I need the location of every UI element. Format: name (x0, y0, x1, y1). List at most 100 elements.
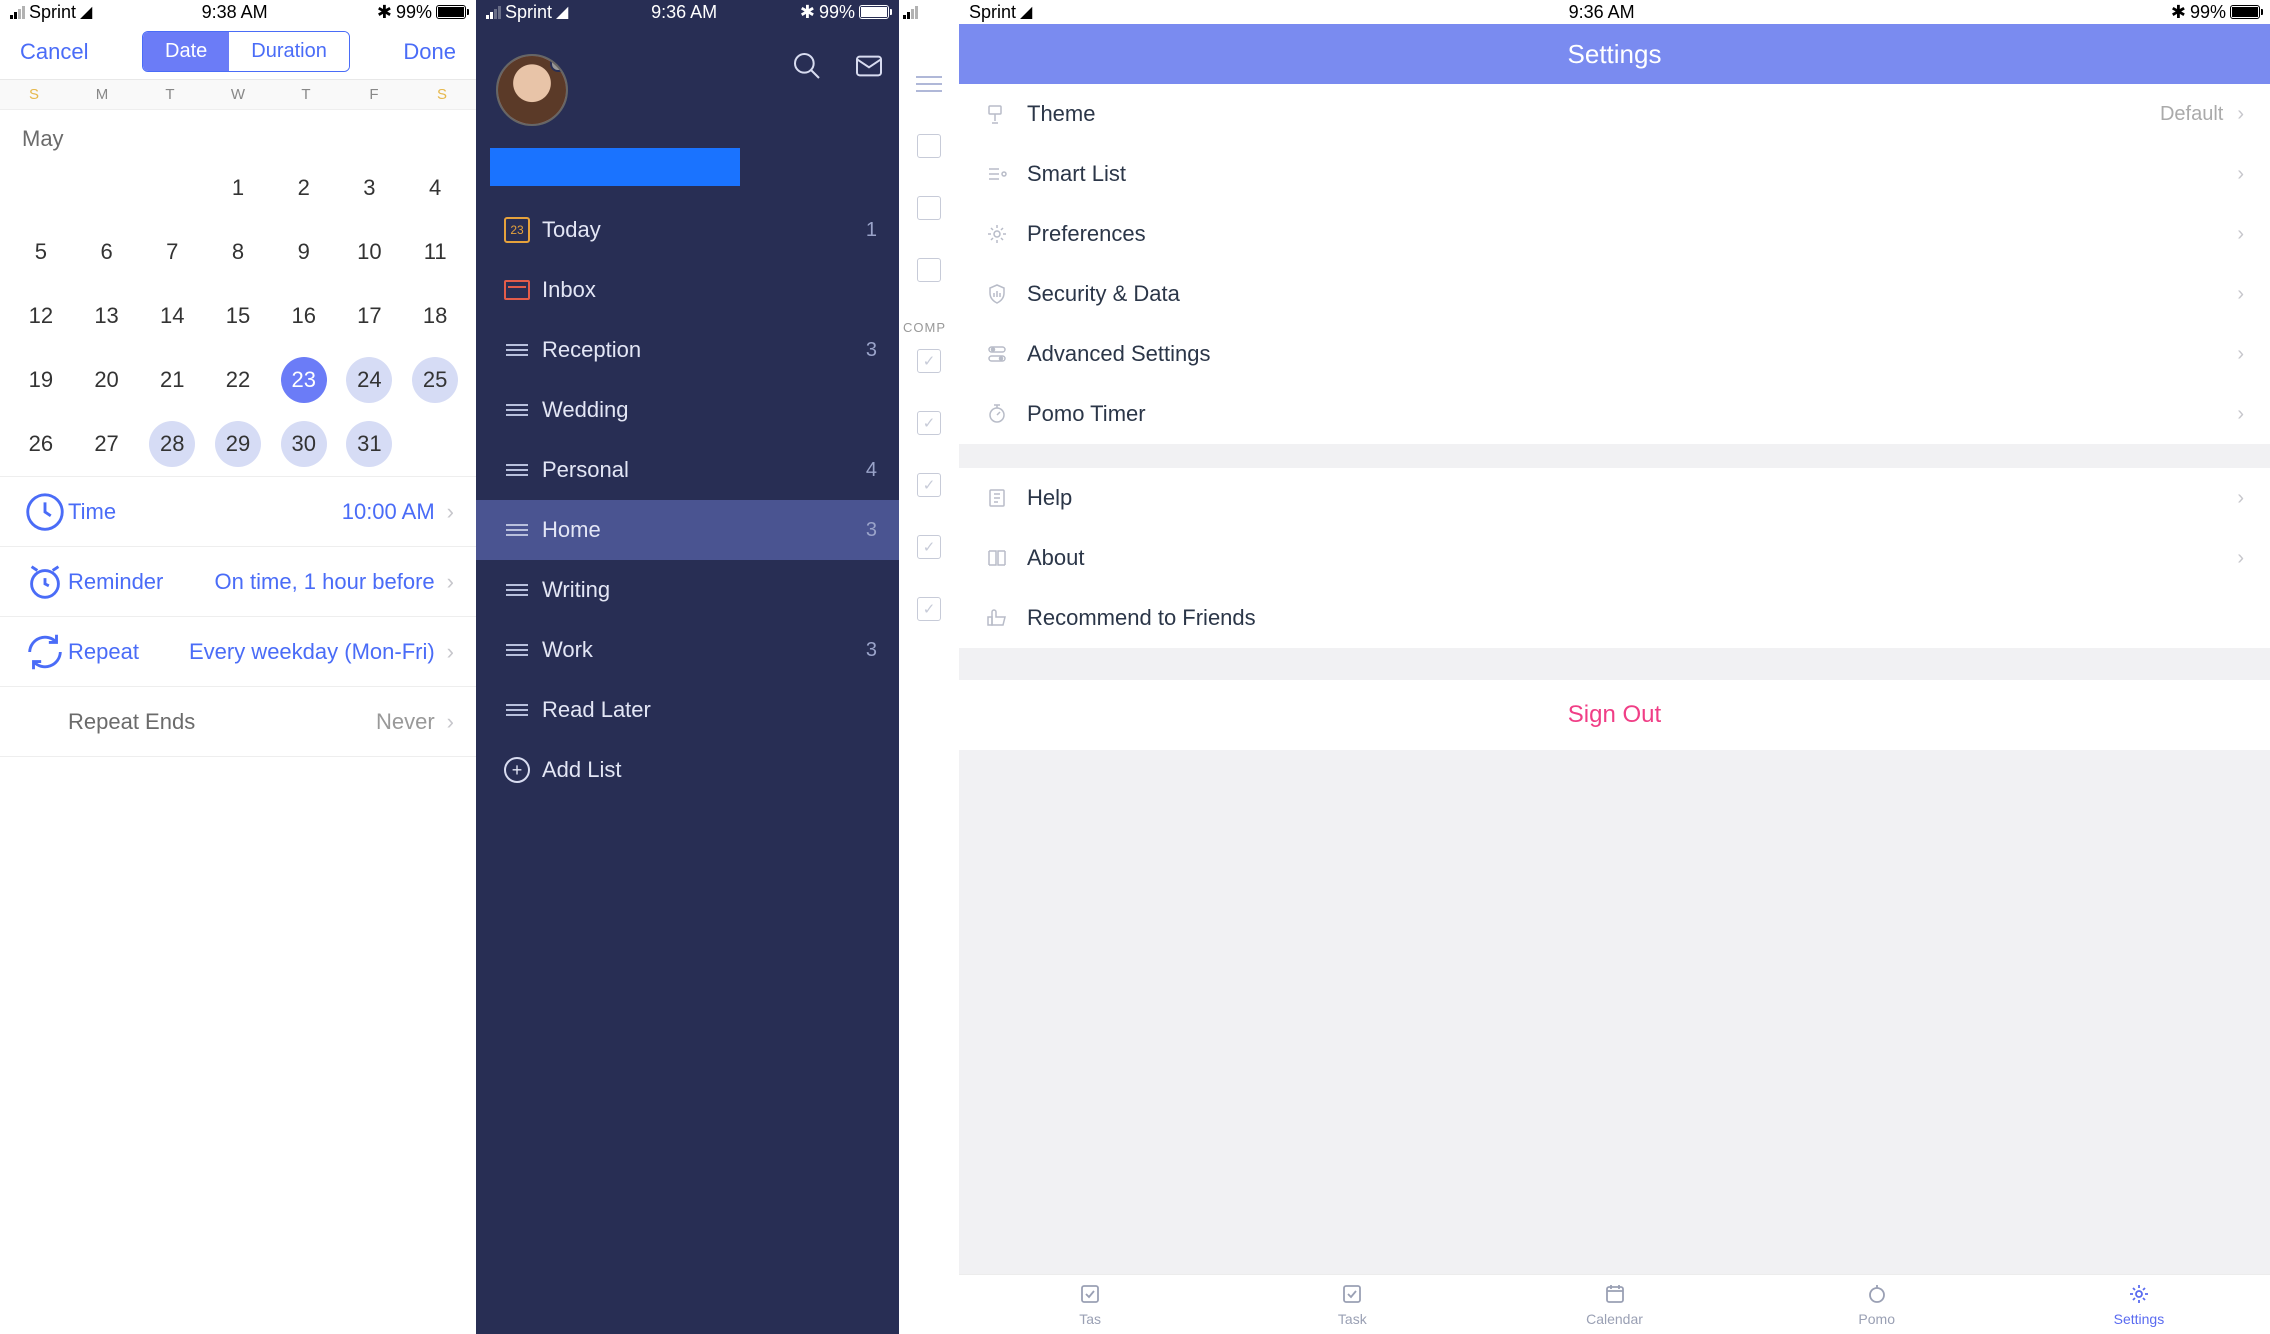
calendar-day[interactable]: 23 (271, 348, 337, 412)
segment-date[interactable]: Date (143, 32, 229, 71)
settings-row-recommend[interactable]: Recommend to Friends (959, 588, 2270, 648)
preferences-icon (985, 222, 1027, 246)
tab-calendar[interactable]: Calendar (1483, 1275, 1745, 1334)
checkbox-icon[interactable] (917, 258, 941, 282)
sidebar-item-wedding[interactable]: Wedding (476, 380, 899, 440)
sidebar-screen: Sprint ◢︎ 9:36 AM ✱ 99% 23Today1InboxRec… (476, 0, 899, 1334)
repeat-row[interactable]: Repeat Every weekday (Mon-Fri) › (0, 617, 476, 687)
calendar-day (8, 156, 74, 220)
clock: 9:36 AM (1569, 2, 1635, 23)
settings-row-smartlist[interactable]: Smart List› (959, 144, 2270, 204)
checkbox-icon[interactable] (917, 196, 941, 220)
sidebar-item-readlater[interactable]: Read Later (476, 680, 899, 740)
cancel-button[interactable]: Cancel (20, 39, 88, 65)
calendar-day (74, 156, 140, 220)
checkbox-icon[interactable] (917, 134, 941, 158)
settings-row-advanced[interactable]: Advanced Settings› (959, 324, 2270, 384)
sidebar-item-inbox[interactable]: Inbox (476, 260, 899, 320)
calendar-day[interactable]: 5 (8, 220, 74, 284)
calendar-day[interactable]: 25 (402, 348, 468, 412)
menu-icon[interactable] (899, 54, 959, 114)
settings-group: ThemeDefault›Smart List›Preferences›Secu… (959, 84, 2270, 444)
bluetooth-icon: ✱ (377, 2, 392, 23)
search-icon[interactable] (791, 50, 823, 87)
sidebar-item-writing[interactable]: Writing (476, 560, 899, 620)
calendar-day[interactable]: 27 (74, 412, 140, 476)
done-button[interactable]: Done (403, 39, 456, 65)
calendar-day[interactable]: 8 (205, 220, 271, 284)
calendar-day[interactable]: 1 (205, 156, 271, 220)
tab-pomo[interactable]: Pomo (1746, 1275, 2008, 1334)
time-label: Time (68, 499, 342, 525)
wifi-icon: ◢︎ (1020, 2, 1032, 22)
settings-row-help[interactable]: Help› (959, 468, 2270, 528)
tab-settings[interactable]: Settings (2008, 1275, 2270, 1334)
calendar-day[interactable]: 29 (205, 412, 271, 476)
tab-task[interactable]: Task (1221, 1275, 1483, 1334)
calendar-day[interactable]: 18 (402, 284, 468, 348)
calendar-day[interactable]: 15 (205, 284, 271, 348)
calendar-day[interactable]: 21 (139, 348, 205, 412)
reminder-row[interactable]: Reminder On time, 1 hour before › (0, 547, 476, 617)
clock: 9:38 AM (202, 2, 268, 23)
tab-tas[interactable]: Tas (959, 1275, 1221, 1334)
list-icon (498, 401, 536, 419)
calendar-day[interactable]: 26 (8, 412, 74, 476)
settings-row-theme[interactable]: ThemeDefault› (959, 84, 2270, 144)
avatar[interactable] (496, 54, 568, 126)
settings-row-pomo[interactable]: Pomo Timer› (959, 384, 2270, 444)
calendar-day[interactable]: 20 (74, 348, 140, 412)
chevron-right-icon: › (2237, 163, 2244, 186)
calendar-day[interactable]: 11 (402, 220, 468, 284)
calendar-day[interactable]: 31 (337, 412, 403, 476)
calendar-day[interactable]: 14 (139, 284, 205, 348)
sidebar-item-work[interactable]: Work3 (476, 620, 899, 680)
sidebar-item-personal[interactable]: Personal4 (476, 440, 899, 500)
mail-icon[interactable] (853, 50, 885, 87)
calendar-day[interactable]: 24 (337, 348, 403, 412)
weekday-m: M (68, 86, 136, 103)
calendar-day[interactable]: 10 (337, 220, 403, 284)
checkbox-checked-icon[interactable]: ✓ (917, 597, 941, 621)
tab-icon (2127, 1282, 2151, 1309)
signal-icon (10, 6, 25, 19)
time-row[interactable]: Time 10:00 AM › (0, 477, 476, 547)
add-list-button[interactable]: +Add List (476, 740, 899, 800)
page-title: Settings (959, 24, 2270, 84)
checkbox-checked-icon[interactable]: ✓ (917, 349, 941, 373)
calendar-day[interactable]: 30 (271, 412, 337, 476)
sidebar-item-label: Wedding (542, 397, 877, 423)
calendar-day[interactable]: 28 (139, 412, 205, 476)
settings-label: About (1027, 545, 2223, 571)
sidebar-item-label: Writing (542, 577, 877, 603)
calendar-day[interactable]: 16 (271, 284, 337, 348)
calendar-day[interactable]: 7 (139, 220, 205, 284)
calendar-day[interactable]: 19 (8, 348, 74, 412)
calendar-day[interactable]: 6 (74, 220, 140, 284)
tab-label: Settings (2114, 1311, 2165, 1327)
count-badge: 4 (866, 459, 877, 482)
calendar-day[interactable]: 17 (337, 284, 403, 348)
calendar-day[interactable]: 22 (205, 348, 271, 412)
calendar-day[interactable]: 3 (337, 156, 403, 220)
settings-row-about[interactable]: About› (959, 528, 2270, 588)
calendar-day[interactable]: 9 (271, 220, 337, 284)
calendar-day[interactable]: 12 (8, 284, 74, 348)
calendar-day[interactable]: 4 (402, 156, 468, 220)
weekday-f: F (340, 86, 408, 103)
settings-row-preferences[interactable]: Preferences› (959, 204, 2270, 264)
segment-duration[interactable]: Duration (229, 32, 349, 71)
calendar-day (139, 156, 205, 220)
settings-row-security[interactable]: Security & Data› (959, 264, 2270, 324)
checkbox-checked-icon[interactable]: ✓ (917, 535, 941, 559)
calendar-day[interactable]: 2 (271, 156, 337, 220)
checkbox-checked-icon[interactable]: ✓ (917, 473, 941, 497)
weekday-header: S M T W T F S (0, 80, 476, 110)
sidebar-item-reception[interactable]: Reception3 (476, 320, 899, 380)
sign-out-button[interactable]: Sign Out (959, 680, 2270, 750)
repeat-ends-row[interactable]: Repeat Ends Never › (0, 687, 476, 757)
checkbox-checked-icon[interactable]: ✓ (917, 411, 941, 435)
calendar-day[interactable]: 13 (74, 284, 140, 348)
sidebar-item-today[interactable]: 23Today1 (476, 200, 899, 260)
sidebar-item-home[interactable]: Home3 (476, 500, 899, 560)
